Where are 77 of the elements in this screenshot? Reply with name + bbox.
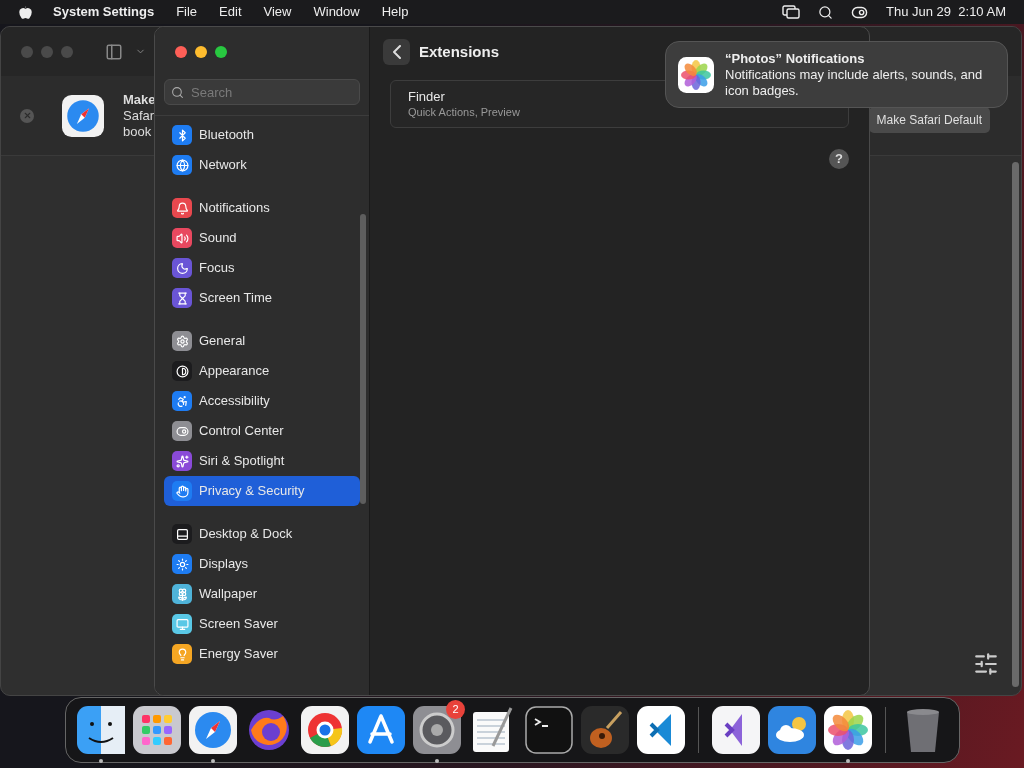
banner-title: Make [123,91,156,108]
compass-icon [62,94,104,137]
sidebar-item[interactable]: Network [164,150,360,180]
make-default-button[interactable]: Make Safari Default [868,106,990,133]
sidebar-label: Network [199,156,247,175]
studio-icon[interactable] [712,706,760,754]
sidebar-label: General [199,332,246,351]
sidebar-item[interactable]: Control Center [164,416,360,446]
notification-toast[interactable]: “Photos” Notifications Notifications may include alerts, sounds, and icon badges. [665,41,1008,108]
sidebar-label: Displays [199,555,249,574]
search-icon [171,86,184,99]
sidebar-label: Accessibility [199,392,270,411]
code-icon[interactable] [637,706,685,754]
compass-icon[interactable] [189,706,237,754]
cloud-icon[interactable] [768,706,816,754]
sliders-icon[interactable] [973,651,999,677]
sidebar-label: Bluetooth [199,126,254,145]
banner-text: book [123,123,153,140]
sidebar-label: Screen Time [199,289,272,308]
sidebar-item[interactable]: Displays [164,549,360,579]
sidebar-item[interactable]: Desktop & Dock [164,519,360,549]
extension-name: Finder [408,89,445,105]
scrollbar-thumb[interactable] [1012,162,1019,687]
sidebar-label: Privacy & Security [199,482,305,501]
sidebar-item[interactable]: Wallpaper [164,579,360,609]
back-button[interactable] [383,39,410,65]
banner-text: Safar [123,107,156,124]
sidebar-toggle-icon[interactable] [105,42,123,61]
chevron-left-icon [392,45,401,59]
sidebar-item[interactable]: Bluetooth [164,120,360,150]
sidebar-label: Screen Saver [199,615,278,634]
screens-icon[interactable] [782,5,801,19]
menu-item[interactable]: Window [313,2,360,22]
menu-clock: Thu Jun 29 2:10 AM [886,3,1006,22]
terminal-icon[interactable] [525,706,573,754]
menu-item[interactable]: View [263,2,292,22]
minimize-button[interactable] [195,46,207,58]
sidebar-label: Control Center [199,422,284,441]
sidebar-item[interactable]: Accessibility [164,386,360,416]
sidebar-item[interactable]: Notifications [164,193,360,223]
notification-badge: 2 [446,700,465,719]
letter-a-icon[interactable] [357,706,405,754]
sidebar-label: Siri & Spotlight [199,452,285,471]
menu-item[interactable]: Edit [219,2,242,22]
help-button[interactable]: ? [829,149,849,169]
search-icon[interactable] [818,4,834,20]
flower-icon [678,56,714,93]
zoom-button[interactable] [215,46,227,58]
notification-title: “Photos” Notifications [725,50,866,67]
sidebar-item[interactable]: Appearance [164,356,360,386]
scrollbar-thumb[interactable] [360,214,366,504]
sidebar-item[interactable]: Focus [164,253,360,283]
guitar-icon[interactable] [581,706,629,754]
sidebar-label: Sound [199,229,237,248]
sidebar-label: Wallpaper [199,585,258,604]
sidebar-item[interactable]: Screen Time [164,283,360,313]
page-title: Extensions [419,41,500,62]
sidebar-item[interactable]: General [164,326,360,356]
ring-icon[interactable] [301,706,349,754]
sidebar-item[interactable]: Energy Saver [164,639,360,669]
search-field[interactable]: Search [164,79,360,105]
menu-item[interactable]: File [176,2,198,22]
sidebar-item[interactable]: Siri & Spotlight [164,446,360,476]
extension-detail: Quick Actions, Preview [408,105,520,119]
sidebar-item[interactable]: Privacy & Security [164,476,360,506]
sidebar-label: Appearance [199,362,270,381]
sidebar-label: Notifications [199,199,270,218]
sidebar-item[interactable]: Screen Saver [164,609,360,639]
sidebar-label: Energy Saver [199,645,278,664]
sidebar-label: Desktop & Dock [199,525,293,544]
sidebar-item[interactable]: Sound [164,223,360,253]
close-button[interactable] [175,46,187,58]
sidebar-label: Focus [199,259,235,278]
menu-item[interactable]: Help [381,2,409,22]
menu-app-name[interactable]: System Settings [53,2,155,22]
flower-icon [824,706,872,754]
app-grid-icon[interactable] [133,706,181,754]
